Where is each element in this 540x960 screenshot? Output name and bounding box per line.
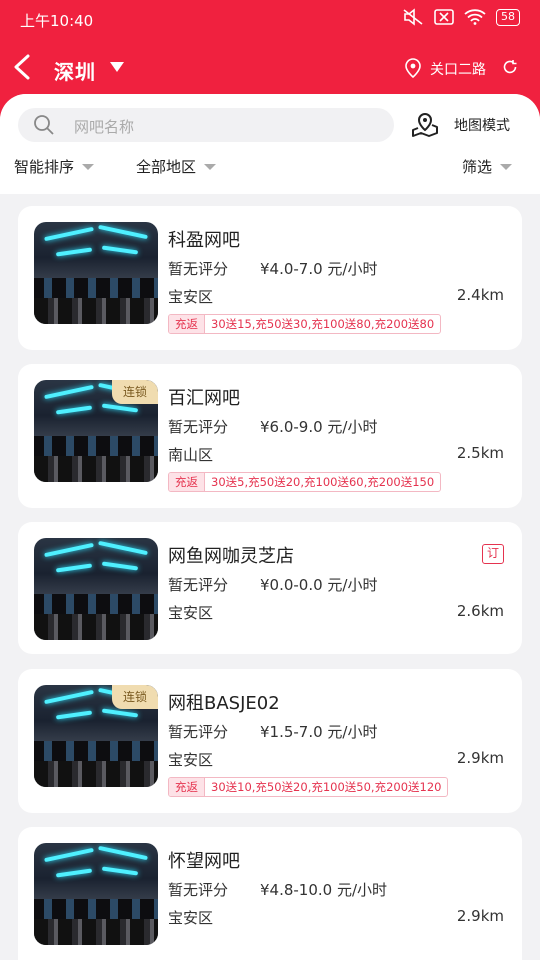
search-input[interactable]: 网吧名称 (18, 108, 394, 142)
cafe-photo: 连锁 (34, 380, 158, 482)
cafe-price: ¥0.0-0.0 元/小时 (260, 576, 378, 594)
cafe-card[interactable]: 连锁 网租BASJE02 暂无评分 ¥1.5-7.0 元/小时 宝安区 2.9k… (18, 669, 522, 813)
cafe-rating: 暂无评分 (168, 723, 229, 741)
cafe-rating: 暂无评分 (168, 881, 229, 899)
cafe-rating: 暂无评分 (168, 260, 229, 278)
cafe-price: ¥4.8-10.0 元/小时 (260, 881, 388, 899)
map-mode-button[interactable]: 地图模式 (454, 115, 510, 135)
refresh-icon[interactable] (502, 59, 518, 75)
promo-tag: 充返 (169, 473, 205, 491)
cafe-card[interactable]: 科盈网吧 暂无评分 ¥4.0-7.0 元/小时 宝安区 2.4km 充返 30送… (18, 206, 522, 350)
caret-down-icon (82, 163, 95, 170)
promo-text: 30送15,充50送30,充100送80,充200送80 (211, 317, 435, 331)
cafe-distance: 2.9km (456, 749, 504, 767)
promo-banner: 充返 30送15,充50送30,充100送80,充200送80 (168, 314, 442, 334)
cafe-name: 网鱼网咖灵芝店 (168, 546, 294, 567)
cafe-photo (34, 843, 158, 945)
cafe-rating: 暂无评分 (168, 576, 229, 594)
status-icons: 58 (402, 8, 520, 26)
sim-off-icon (434, 9, 454, 25)
search-icon (34, 115, 54, 135)
promo-banner: 充返 30送10,充50送20,充100送50,充200送120 (168, 777, 449, 797)
sort-label: 智能排序 (14, 158, 75, 176)
back-icon[interactable] (10, 52, 34, 82)
nav-bar: 深圳 关口二路 (0, 42, 540, 92)
cafe-price: ¥4.0-7.0 元/小时 (260, 260, 378, 278)
cafe-name: 怀望网吧 (168, 851, 240, 872)
search-placeholder: 网吧名称 (74, 118, 135, 136)
promo-tag: 充返 (169, 778, 205, 796)
cafe-district: 宝安区 (168, 604, 214, 622)
cafe-price: ¥1.5-7.0 元/小时 (260, 723, 378, 741)
cafe-distance: 2.4km (456, 286, 504, 304)
cafe-name: 网租BASJE02 (168, 693, 280, 714)
caret-down-icon (204, 163, 217, 170)
area-dropdown[interactable]: 全部地区 (136, 156, 217, 177)
cafe-district: 宝安区 (168, 751, 214, 769)
filter-dropdown[interactable]: 筛选 (462, 156, 513, 177)
status-time: 上午10:40 (20, 12, 94, 30)
cafe-photo (34, 538, 158, 640)
cafe-name: 百汇网吧 (168, 388, 240, 409)
cafe-district: 宝安区 (168, 909, 214, 927)
cafe-photo: 连锁 (34, 685, 158, 787)
promo-tag: 充返 (169, 315, 205, 333)
cafe-card[interactable]: 连锁 百汇网吧 暂无评分 ¥6.0-9.0 元/小时 南山区 2.5km 充返 … (18, 364, 522, 508)
cafe-name: 科盈网吧 (168, 230, 240, 251)
promo-text: 30送5,充50送20,充100送60,充200送150 (211, 475, 435, 489)
filter-bar: 智能排序 全部地区 筛选 (0, 152, 540, 182)
search-filter-area: 网吧名称 地图模式 智能排序 全部地区 筛选 (0, 94, 540, 194)
cafe-district: 宝安区 (168, 288, 214, 306)
cafe-card[interactable]: 网鱼网咖灵芝店 订 暂无评分 ¥0.0-0.0 元/小时 宝安区 2.6km (18, 522, 522, 654)
cafe-photo (34, 222, 158, 324)
city-selector[interactable]: 深圳 (54, 56, 96, 85)
cafe-distance: 2.5km (456, 444, 504, 462)
caret-down-icon (500, 163, 513, 170)
filter-label: 筛选 (462, 158, 493, 176)
cafe-card[interactable]: 怀望网吧 暂无评分 ¥4.8-10.0 元/小时 宝安区 2.9km (18, 827, 522, 960)
booking-badge[interactable]: 订 (482, 544, 504, 564)
mute-icon (403, 8, 423, 26)
cafe-rating: 暂无评分 (168, 418, 229, 436)
cafe-price: ¥6.0-9.0 元/小时 (260, 418, 378, 436)
promo-banner: 充返 30送5,充50送20,充100送60,充200送150 (168, 472, 442, 492)
wifi-icon (464, 9, 486, 25)
location-pin-icon (405, 58, 421, 78)
chain-badge: 连锁 (112, 380, 158, 404)
current-location[interactable]: 关口二路 (430, 59, 486, 79)
sort-dropdown[interactable]: 智能排序 (14, 156, 95, 177)
battery-indicator: 58 (496, 8, 520, 26)
cafe-distance: 2.6km (456, 602, 504, 620)
cafe-distance: 2.9km (456, 907, 504, 925)
cafe-district: 南山区 (168, 446, 214, 464)
status-bar: 上午10:40 58 (0, 0, 540, 40)
promo-text: 30送10,充50送20,充100送50,充200送120 (211, 780, 442, 794)
area-label: 全部地区 (136, 158, 197, 176)
chain-badge: 连锁 (112, 685, 158, 709)
map-icon[interactable] (410, 110, 440, 138)
caret-down-icon[interactable] (110, 62, 124, 72)
